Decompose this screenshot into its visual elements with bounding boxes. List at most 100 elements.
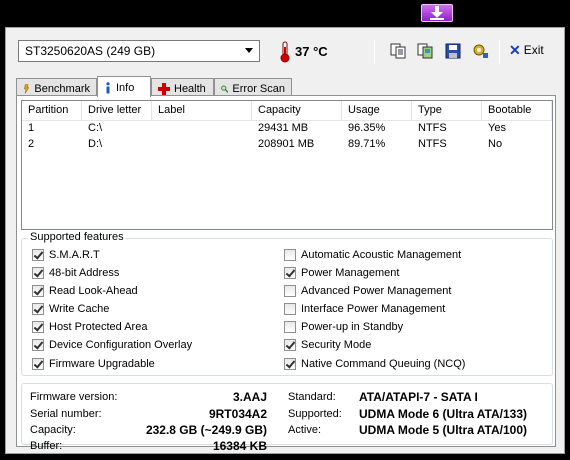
drive-select[interactable]: ST3250620AS (249 GB): [18, 40, 260, 62]
checkbox[interactable]: [32, 267, 44, 279]
feature-checkbox[interactable]: Automatic Acoustic Management: [284, 249, 461, 261]
feature-checkbox[interactable]: Power Management: [284, 267, 399, 279]
feature-checkbox[interactable]: Read Look-Ahead: [32, 285, 138, 297]
tab-error-scan[interactable]: Error Scan: [214, 78, 292, 96]
cell: NTFS: [418, 138, 447, 150]
group-title: Supported features: [28, 231, 126, 243]
checkbox[interactable]: [32, 285, 44, 297]
checkbox[interactable]: [284, 303, 296, 315]
checkbox-label: Native Command Queuing (NCQ): [301, 358, 466, 370]
drive-select-value: ST3250620AS (249 GB): [25, 44, 156, 58]
toolbar-separator: [374, 40, 375, 64]
copy-screenshot-icon[interactable]: [417, 43, 433, 59]
tab-health[interactable]: Health: [151, 78, 214, 96]
active-label: Active:: [288, 424, 322, 436]
checkbox[interactable]: [32, 339, 44, 351]
supported-label: Supported:: [288, 408, 342, 420]
feature-checkbox[interactable]: Security Mode: [284, 339, 371, 351]
checkbox[interactable]: [32, 358, 44, 370]
cell: 29431 MB: [258, 122, 309, 134]
exit-button[interactable]: ✕ Exit: [509, 43, 544, 57]
error-scan-icon: [221, 84, 229, 93]
column-header[interactable]: Capacity: [252, 101, 342, 120]
checkbox[interactable]: [32, 321, 44, 333]
cell: NTFS: [418, 122, 447, 134]
feature-checkbox[interactable]: Interface Power Management: [284, 303, 445, 315]
checkbox-label: S.M.A.R.T: [49, 249, 100, 261]
checkbox-label: Security Mode: [301, 339, 372, 351]
checkbox[interactable]: [284, 249, 296, 261]
cell: 96.35%: [348, 122, 386, 134]
save-icon[interactable]: [445, 43, 461, 59]
dropdown-tab-button[interactable]: [421, 4, 453, 22]
tab-label: Health: [174, 82, 206, 95]
chevron-down-icon: [245, 48, 253, 53]
checkbox-label: Device Configuration Overlay: [49, 339, 193, 351]
temperature-readout: 37 °C: [295, 44, 328, 59]
thermometer-icon: [280, 41, 290, 63]
supported-value: UDMA Mode 6 (Ultra ATA/133): [359, 407, 528, 421]
checkbox[interactable]: [284, 339, 296, 351]
feature-checkbox[interactable]: 48-bit Address: [32, 267, 119, 279]
firmware-label: Firmware version:: [30, 391, 118, 403]
checkbox[interactable]: [284, 267, 296, 279]
cell: [152, 121, 252, 137]
toolbar: ST3250620AS (249 GB) 37 °C ✕ Exit: [6, 28, 564, 74]
options-icon[interactable]: [473, 43, 489, 59]
checkbox-label: Automatic Acoustic Management: [301, 249, 462, 261]
tab-benchmark[interactable]: Benchmark: [16, 78, 97, 96]
tab-info[interactable]: Info: [97, 76, 151, 97]
column-header[interactable]: Bootable: [482, 101, 552, 120]
standard-value: ATA/ATAPI-7 - SATA I: [359, 390, 478, 404]
cell: 2: [28, 138, 35, 150]
tab-label: Info: [116, 82, 135, 94]
cell: 89.71%: [348, 138, 386, 150]
column-header[interactable]: Drive letter: [82, 101, 152, 120]
firmware-value: 3.AAJ: [232, 390, 267, 404]
close-icon: ✕: [509, 42, 521, 58]
checkbox-label: Power-up in Standby: [301, 321, 404, 333]
partition-table[interactable]: Partition Drive letter Label Capacity Us…: [21, 100, 553, 230]
cell: 208901 MB: [258, 138, 315, 150]
buffer-value: 16384 KB: [212, 439, 267, 453]
table-row[interactable]: 2 D:\ 208901 MB 89.71% NTFS No: [22, 137, 552, 153]
checkbox-label: Power Management: [301, 267, 400, 279]
checkbox-label: Interface Power Management: [301, 303, 446, 315]
column-header[interactable]: Type: [412, 101, 482, 120]
tab-label: Benchmark: [34, 82, 90, 95]
standard-label: Standard:: [288, 391, 336, 403]
column-header[interactable]: Usage: [342, 101, 412, 120]
copy-text-icon[interactable]: [390, 43, 406, 59]
column-header[interactable]: Label: [152, 101, 252, 120]
cell: 1: [28, 122, 35, 134]
hd-tune-window: ST3250620AS (249 GB) 37 °C ✕ Exit Benchm…: [5, 27, 565, 454]
cell: Yes: [488, 122, 506, 134]
checkbox[interactable]: [32, 249, 44, 261]
checkbox[interactable]: [284, 285, 296, 297]
feature-checkbox[interactable]: Native Command Queuing (NCQ): [284, 358, 465, 370]
checkbox[interactable]: [284, 321, 296, 333]
table-row[interactable]: 1 C:\ 29431 MB 96.35% NTFS Yes: [22, 121, 552, 137]
column-header[interactable]: Partition: [22, 101, 82, 120]
cell: [152, 137, 252, 153]
feature-checkbox[interactable]: Host Protected Area: [32, 321, 147, 333]
feature-checkbox[interactable]: Write Cache: [32, 303, 109, 315]
capacity-value: 232.8 GB (~249.9 GB): [145, 423, 267, 437]
feature-checkbox[interactable]: Firmware Upgradable: [32, 358, 155, 370]
feature-checkbox[interactable]: Power-up in Standby: [284, 321, 403, 333]
checkbox-label: Read Look-Ahead: [49, 285, 138, 297]
info-panel: Partition Drive letter Label Capacity Us…: [16, 95, 556, 453]
checkbox-label: 48-bit Address: [49, 267, 120, 279]
checkbox[interactable]: [284, 358, 296, 370]
active-value: UDMA Mode 5 (Ultra ATA/100): [359, 423, 528, 437]
feature-checkbox[interactable]: Advanced Power Management: [284, 285, 451, 297]
checkbox[interactable]: [32, 303, 44, 315]
serial-value: 9RT034A2: [208, 407, 267, 421]
download-arrow-icon: [430, 6, 444, 20]
feature-checkbox[interactable]: Device Configuration Overlay: [32, 339, 192, 351]
supported-features-group: Supported features S.M.A.R.T 48-bit Addr…: [21, 231, 553, 376]
benchmark-icon: [24, 83, 30, 94]
buffer-label: Buffer:: [30, 440, 63, 452]
cell: D:\: [88, 138, 103, 150]
feature-checkbox[interactable]: S.M.A.R.T: [32, 249, 100, 261]
